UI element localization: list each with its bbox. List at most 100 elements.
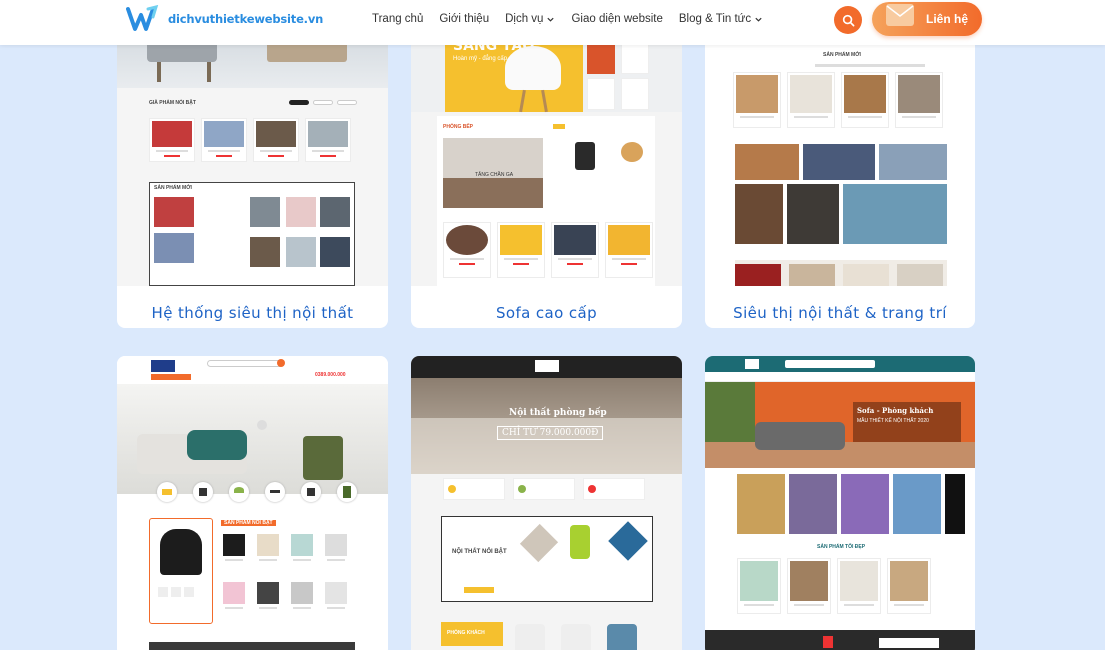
category-icon[interactable]	[229, 482, 249, 502]
category-icon[interactable]	[301, 482, 321, 502]
new-products-section: SẢN PHẨM MỚI	[117, 174, 388, 286]
template-card[interactable]: 0389.000.000 SẢN PHẨM NỔI BẬT	[117, 356, 388, 650]
category-tile[interactable]	[787, 184, 839, 244]
template-title: Siêu thị nội thất & trang trí	[733, 304, 947, 322]
category-tile[interactable]	[735, 184, 783, 244]
dark-section	[705, 630, 975, 650]
category-row	[737, 474, 965, 534]
brand-name: dichvuthietkewebsite.vn	[168, 12, 324, 26]
product-card[interactable]	[289, 580, 315, 614]
nav-item-blog[interactable]: Blog & Tin tức	[679, 12, 763, 26]
nav-item-templates[interactable]: Giao diện website	[571, 12, 662, 26]
deal-card[interactable]	[149, 518, 213, 624]
product-card[interactable]	[837, 558, 881, 614]
hero-image	[117, 384, 388, 494]
template-screenshot: Sofa - Phòng khách MẪU THIẾT KẾ NỘI THẤT…	[705, 356, 975, 650]
product-card[interactable]	[323, 532, 349, 566]
main-nav: Trang chủ Giới thiệu Dịch vụ Giao diện w…	[372, 12, 779, 26]
banner-subtitle: Hoàn mỹ - đẳng cấp	[453, 56, 508, 62]
product-card[interactable]	[201, 118, 247, 162]
template-card[interactable]: GIÀ PHẨM NỔI BẬT SẢN PHẨM MỚI Hệ thống s…	[117, 20, 388, 328]
section-heading: SẢN PHẨM NỔI BẬT	[221, 520, 276, 526]
category-icon[interactable]	[157, 482, 177, 502]
category-tile[interactable]	[803, 144, 875, 180]
section-heading: PHÒNG KHÁCH	[447, 630, 485, 636]
template-screenshot: Nội thất phòng bếp CHỈ TỪ 79.000.000Đ NỘ…	[411, 356, 682, 650]
category-tile[interactable]	[841, 474, 889, 534]
site-logo[interactable]: dichvuthietkewebsite.vn	[126, 5, 323, 33]
product-row	[221, 580, 349, 614]
product-card[interactable]	[737, 558, 781, 614]
product-card[interactable]	[787, 558, 831, 614]
product-card[interactable]	[443, 222, 491, 278]
product-card[interactable]	[253, 118, 299, 162]
contact-button[interactable]: Liên hệ	[872, 2, 982, 36]
search-icon	[842, 14, 854, 26]
product-card[interactable]	[551, 222, 599, 278]
nav-item-services[interactable]: Dịch vụ	[505, 12, 555, 26]
category-tile[interactable]	[843, 184, 947, 244]
chevron-down-icon	[547, 17, 555, 22]
nav-item-label: Trang chủ	[372, 13, 424, 25]
product-card[interactable]	[149, 118, 195, 162]
template-screenshot: SANG TẠO Hoàn mỹ - đẳng cấp PHÒNG BẾP TĂ…	[411, 20, 682, 286]
template-card[interactable]: Nội thất phòng bếp CHỈ TỪ 79.000.000Đ NỘ…	[411, 356, 682, 650]
template-card[interactable]: Sofa - Phòng khách MẪU THIẾT KẾ NỘI THẤT…	[705, 356, 975, 650]
category-icon[interactable]	[337, 482, 357, 502]
banner-title: Sofa - Phòng khách	[857, 406, 934, 415]
product-card[interactable]	[605, 222, 653, 278]
kitchen-section: PHÒNG BẾP TĂNG CHẦN GA	[437, 116, 655, 286]
product-card[interactable]	[221, 580, 247, 614]
product-card[interactable]	[787, 72, 835, 128]
product-card[interactable]	[255, 532, 281, 566]
banner-price: CHỈ TỪ 79.000.000Đ	[497, 426, 604, 440]
section-heading: SẢN PHẨM TỐI ĐẸP	[817, 544, 866, 550]
template-card[interactable]: SẢN PHẨM MỚI Siêu thị nội thất & trang t…	[705, 20, 975, 328]
promo-image: TĂNG CHẦN GA	[443, 138, 543, 208]
hotline: 0389.000.000	[315, 372, 346, 378]
category-tile[interactable]	[789, 474, 837, 534]
living-room-banner[interactable]: PHÒNG KHÁCH	[441, 622, 503, 646]
site-navbar	[411, 356, 682, 378]
product-card[interactable]	[841, 72, 889, 128]
product-row	[733, 72, 943, 128]
category-icon[interactable]	[265, 482, 285, 502]
chevron-down-icon	[755, 17, 762, 22]
site-navbar	[705, 356, 975, 372]
template-title: Sofa cao cấp	[495, 304, 598, 322]
product-row	[149, 118, 351, 162]
product-card[interactable]	[887, 558, 931, 614]
hero-banner: Nội thất phòng bếp CHỈ TỪ 79.000.000Đ	[411, 378, 682, 474]
template-screenshot: SẢN PHẨM MỚI	[705, 20, 975, 286]
feature-row	[443, 478, 645, 500]
category-icon[interactable]	[193, 482, 213, 502]
product-card[interactable]	[255, 580, 281, 614]
nav-item-label: Dịch vụ	[505, 13, 544, 25]
product-card[interactable]	[221, 532, 247, 566]
logo-w-icon	[126, 5, 159, 31]
search-button[interactable]	[834, 6, 862, 34]
nav-item-home[interactable]: Trang chủ	[372, 12, 423, 26]
category-tile[interactable]	[737, 474, 785, 534]
envelope-icon	[886, 4, 914, 26]
product-card[interactable]	[289, 532, 315, 566]
promo-text: TĂNG CHẦN GA	[475, 172, 514, 178]
category-tile[interactable]	[879, 144, 947, 180]
nav-item-about[interactable]: Giới thiệu	[439, 12, 489, 26]
category-tile[interactable]	[735, 144, 799, 180]
product-card[interactable]	[895, 72, 943, 128]
product-card[interactable]	[733, 72, 781, 128]
product-card[interactable]	[305, 118, 351, 162]
category-row	[157, 482, 357, 502]
template-screenshot: GIÀ PHẨM NỔI BẬT SẢN PHẨM MỚI	[117, 20, 388, 286]
category-tile[interactable]	[893, 474, 941, 534]
featured-section: NỘI THẤT NỔI BẬT	[441, 516, 653, 602]
product-card[interactable]	[497, 222, 545, 278]
template-title: Hệ thống siêu thị nội thất	[151, 304, 354, 322]
category-tile[interactable]	[945, 474, 965, 534]
site-logo	[151, 360, 175, 372]
product-card[interactable]	[323, 580, 349, 614]
product-row	[443, 222, 653, 278]
nav-item-label: Blog & Tin tức	[678, 13, 752, 25]
template-card[interactable]: SANG TẠO Hoàn mỹ - đẳng cấp PHÒNG BẾP TĂ…	[411, 20, 682, 328]
